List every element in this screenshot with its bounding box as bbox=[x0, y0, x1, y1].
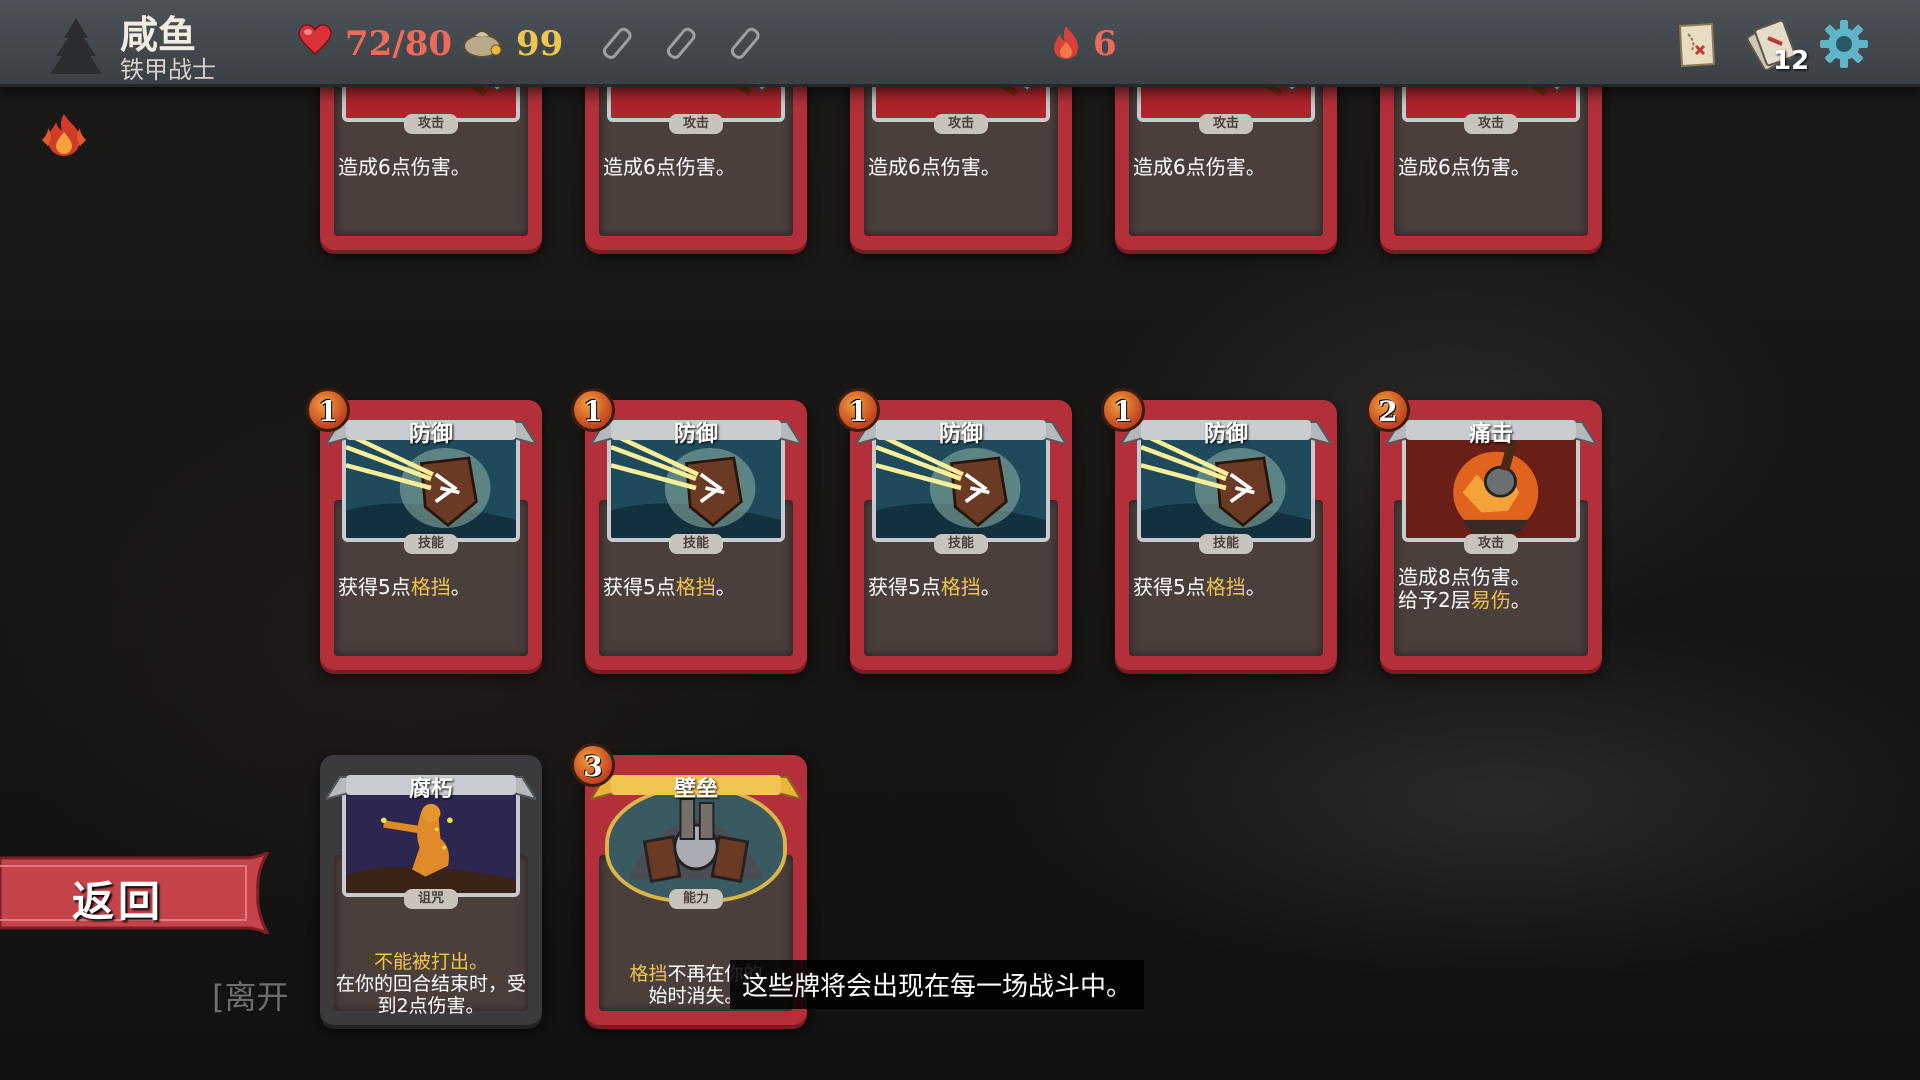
desc-text: 给予2层 bbox=[1398, 588, 1471, 612]
potion-slot-3-icon[interactable] bbox=[726, 24, 766, 64]
energy-cost-orb: 1 bbox=[571, 388, 615, 432]
keyword-block: 格挡 bbox=[1205, 575, 1246, 599]
keyword-vulnerable: 易伤 bbox=[1470, 588, 1511, 612]
card-type-label: 攻击 bbox=[934, 114, 988, 134]
keyword-block: 格挡 bbox=[410, 575, 451, 599]
map-scroll-icon[interactable] bbox=[1672, 20, 1722, 70]
desc-line: 到2点伤害。 bbox=[377, 995, 485, 1017]
card-description: 获得5点格挡。 bbox=[338, 576, 528, 599]
energy-cost-orb: 1 bbox=[1101, 388, 1145, 432]
deck-count: 12 bbox=[1773, 46, 1810, 76]
subtitle-caption: 这些牌将会出现在每一场战斗中。 bbox=[730, 960, 1145, 1009]
card-defend[interactable]: 防御技能获得5点格挡。 1 bbox=[836, 388, 1072, 670]
card-description: 获得5点格挡。 bbox=[1133, 576, 1323, 599]
card-type-label: 技能 bbox=[934, 534, 988, 554]
burning-blood-relic-icon[interactable] bbox=[36, 110, 92, 158]
keyword-block: 格挡 bbox=[940, 575, 981, 599]
card-description: 获得5点格挡。 bbox=[868, 576, 1058, 599]
energy-cost-orb: 3 bbox=[571, 743, 615, 787]
desc-text: 获得5点 bbox=[868, 575, 941, 599]
card-type-label: 技能 bbox=[1199, 534, 1253, 554]
card-title: 壁垒 bbox=[673, 777, 718, 802]
card-type-label: 攻击 bbox=[1199, 114, 1253, 134]
ironclad-class-icon bbox=[50, 18, 102, 74]
potion-slot-1-icon[interactable] bbox=[598, 24, 638, 64]
card-title: 防御 bbox=[673, 422, 718, 447]
energy-cost-orb: 1 bbox=[306, 388, 350, 432]
player-class: 铁甲战士 bbox=[120, 56, 216, 84]
card-type-label: 能力 bbox=[669, 889, 723, 909]
card-description: 造成6点伤害。 bbox=[868, 155, 1001, 179]
potion-slot-2-icon[interactable] bbox=[662, 24, 702, 64]
desc-text: 。 bbox=[1510, 588, 1531, 612]
card-type-label: 攻击 bbox=[404, 114, 458, 134]
return-button-label[interactable]: 返回 bbox=[72, 868, 164, 929]
floor-value: 6 bbox=[1093, 24, 1117, 64]
card-title: 痛击 bbox=[1468, 422, 1513, 447]
keyword-block: 格挡 bbox=[629, 963, 668, 985]
card-type-label: 攻击 bbox=[669, 114, 723, 134]
card-type-label: 攻击 bbox=[1464, 534, 1518, 554]
card-defend[interactable]: 防御技能获得5点格挡。 1 bbox=[306, 388, 542, 670]
desc-line: 在你的回合结束时，受 bbox=[335, 973, 526, 995]
card-type-label: 技能 bbox=[404, 534, 458, 554]
desc-text: 获得5点 bbox=[603, 575, 676, 599]
desc-text: 。 bbox=[450, 575, 471, 599]
card-description: 造成6点伤害。 bbox=[1133, 155, 1266, 179]
flame-floor-icon bbox=[1054, 26, 1078, 59]
card-defend[interactable]: 防御技能获得5点格挡。 1 bbox=[571, 388, 807, 670]
desc-text: 。 bbox=[715, 575, 736, 599]
keyword-block: 格挡 bbox=[675, 575, 716, 599]
energy-cost-orb: 2 bbox=[1366, 388, 1410, 432]
card-description: 造成8点伤害。 给予2层易伤。 bbox=[1398, 566, 1588, 612]
desc-text: 。 bbox=[1245, 575, 1266, 599]
top-bar bbox=[0, 0, 1920, 87]
energy-cost-orb: 1 bbox=[836, 388, 880, 432]
card-title: 防御 bbox=[938, 422, 983, 447]
card-type-label: 技能 bbox=[669, 534, 723, 554]
card-description: 造成6点伤害。 bbox=[338, 155, 471, 179]
card-bash[interactable]: 痛击攻击造成8点伤害。 给予2层易伤。 2 bbox=[1366, 388, 1602, 670]
card-type-label: 攻击 bbox=[1464, 114, 1518, 134]
desc-text: 获得5点 bbox=[1133, 575, 1206, 599]
card-title: 腐朽 bbox=[408, 777, 453, 802]
heart-icon[interactable] bbox=[298, 24, 332, 56]
desc-text: 。 bbox=[980, 575, 1001, 599]
card-curse[interactable]: 腐朽诅咒不能被打出。 在你的回合结束时，受 到2点伤害。 bbox=[320, 755, 542, 1025]
card-title: 防御 bbox=[408, 422, 453, 447]
leave-button-label[interactable]: [离开 bbox=[212, 972, 289, 1018]
gold-pouch-icon[interactable] bbox=[460, 24, 504, 58]
card-type-label: 诅咒 bbox=[404, 889, 458, 909]
card-description: 获得5点格挡。 bbox=[603, 576, 793, 599]
card-description: 造成6点伤害。 bbox=[603, 155, 736, 179]
gear-icon[interactable] bbox=[1818, 18, 1870, 70]
card-defend[interactable]: 防御技能获得5点格挡。 1 bbox=[1101, 388, 1337, 670]
gold-value: 99 bbox=[516, 24, 564, 64]
card-title: 防御 bbox=[1203, 422, 1248, 447]
card-description: 造成6点伤害。 bbox=[1398, 155, 1531, 179]
desc-line: 造成8点伤害。 bbox=[1398, 565, 1531, 589]
hp-value: 72/80 bbox=[345, 24, 453, 64]
keyword-unplayable: 不能被打出。 bbox=[373, 951, 488, 973]
desc-text: 获得5点 bbox=[338, 575, 411, 599]
card-description: 不能被打出。 在你的回合结束时，受 到2点伤害。 bbox=[320, 951, 542, 1017]
